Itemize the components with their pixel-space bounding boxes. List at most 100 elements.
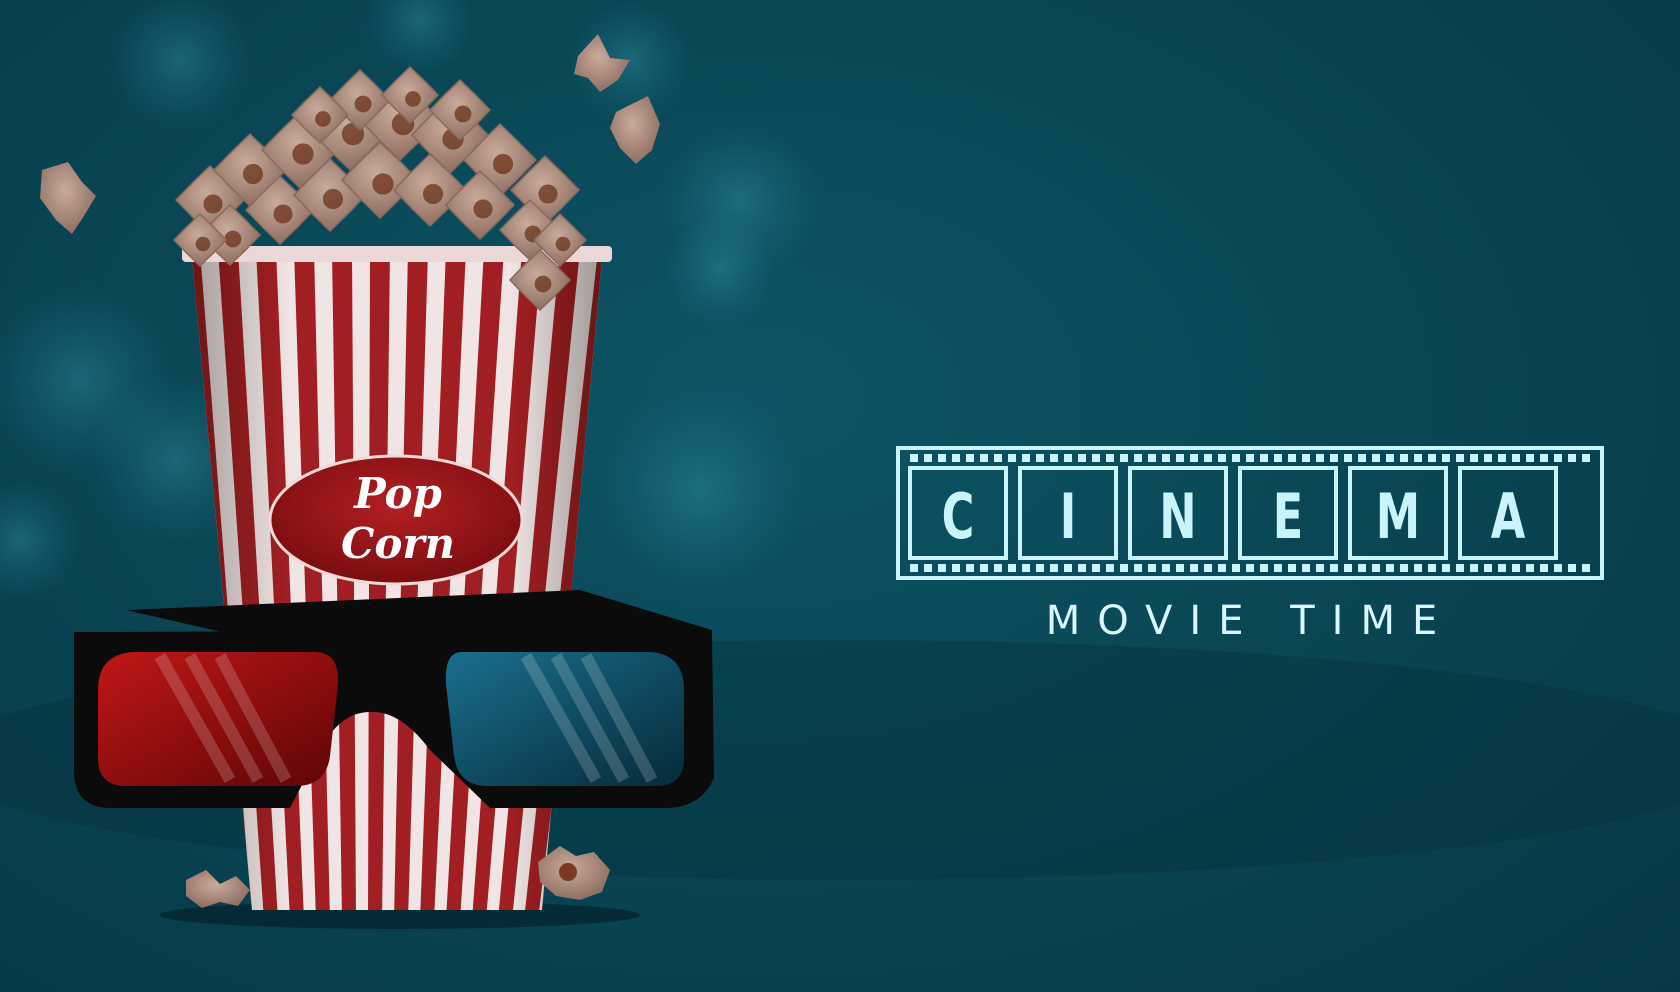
cinema-film-strip-logo: C I N E MA [896, 446, 1604, 580]
film-perforation [1190, 564, 1198, 572]
film-perforation [1008, 454, 1016, 462]
film-perforation [1288, 564, 1296, 572]
film-perforation [1246, 564, 1254, 572]
film-perforation [1050, 564, 1058, 572]
film-perforation [1204, 564, 1212, 572]
film-perforation [1526, 454, 1534, 462]
film-perforation [1176, 454, 1184, 462]
film-perforation [1106, 454, 1114, 462]
film-perforation [910, 454, 918, 462]
film-perforation [1274, 564, 1282, 572]
film-perforation [1498, 564, 1506, 572]
film-perforation [1554, 564, 1562, 572]
film-perforation [1120, 564, 1128, 572]
film-perforation [1232, 454, 1240, 462]
film-perforation [1162, 564, 1170, 572]
film-perforation [1064, 454, 1072, 462]
film-perforation [1274, 454, 1282, 462]
film-perforation [1554, 454, 1562, 462]
film-perforation [1218, 454, 1226, 462]
film-perforation [1302, 454, 1310, 462]
film-perforation [994, 454, 1002, 462]
film-perforation [1218, 564, 1226, 572]
film-perforation [1582, 564, 1590, 572]
film-perforation [994, 564, 1002, 572]
film-perforation [1078, 564, 1086, 572]
film-perforation [1568, 454, 1576, 462]
cinema-letter-n: N [1159, 481, 1196, 553]
film-perforation [924, 564, 932, 572]
film-perforation [938, 454, 946, 462]
film-perforation [1008, 564, 1016, 572]
film-perforation [1512, 564, 1520, 572]
film-perforation [1344, 564, 1352, 572]
film-perforation [1526, 564, 1534, 572]
film-perforation [1442, 564, 1450, 572]
film-perforation [1358, 564, 1366, 572]
film-perforation [1134, 564, 1142, 572]
tagline-movie-time: MOVIE TIME [1045, 598, 1455, 644]
film-perforation [1078, 454, 1086, 462]
cinema-letter-e: E [1273, 481, 1303, 553]
film-perforation [1148, 454, 1156, 462]
film-perforation [1386, 564, 1394, 572]
film-perforation [938, 564, 946, 572]
film-perforation [1498, 454, 1506, 462]
film-perforation [1106, 564, 1114, 572]
film-perforation [1470, 454, 1478, 462]
film-perforation [1540, 454, 1548, 462]
film-perforation [1414, 454, 1422, 462]
film-perforation [1400, 564, 1408, 572]
cinema-letter-a: A [1491, 481, 1526, 553]
film-perforation [1456, 454, 1464, 462]
film-perforation [1470, 564, 1478, 572]
film-perforation [1204, 454, 1212, 462]
film-perforation [1568, 564, 1576, 572]
film-perforation [1036, 564, 1044, 572]
cinema-letter-i: I [1060, 481, 1077, 553]
film-perforation [1330, 454, 1338, 462]
film-perforation [1316, 454, 1324, 462]
film-perforation [952, 454, 960, 462]
film-perforation [1414, 564, 1422, 572]
film-perforation [1190, 454, 1198, 462]
film-perforation [1148, 564, 1156, 572]
film-perforation [1176, 564, 1184, 572]
film-perforation [1372, 564, 1380, 572]
film-perforation [1302, 564, 1310, 572]
film-perforation [1540, 564, 1548, 572]
film-perforation [1316, 564, 1324, 572]
film-perforation [1092, 564, 1100, 572]
film-perforation [966, 564, 974, 572]
film-perforation [1386, 454, 1394, 462]
film-perforation [1442, 454, 1450, 462]
cinema-letter-c: C [942, 481, 975, 553]
film-perforation [980, 454, 988, 462]
film-perforation [952, 564, 960, 572]
film-perforation [1120, 454, 1128, 462]
popcorn-label-line1: Pop [353, 469, 442, 518]
film-perforation [966, 454, 974, 462]
film-perforation [910, 564, 918, 572]
film-perforation [1358, 454, 1366, 462]
film-perforation [1400, 454, 1408, 462]
film-perforation [1050, 454, 1058, 462]
film-perforation [1036, 454, 1044, 462]
film-perforation [1232, 564, 1240, 572]
film-perforation [924, 454, 932, 462]
film-perforation [1092, 454, 1100, 462]
film-perforation [1288, 454, 1296, 462]
film-perforation [1484, 564, 1492, 572]
film-perforation [1330, 564, 1338, 572]
film-perforation [1344, 454, 1352, 462]
film-perforation [1260, 564, 1268, 572]
film-perforation [1022, 564, 1030, 572]
film-perforation [1512, 454, 1520, 462]
film-perforation [1064, 564, 1072, 572]
film-perforation [1372, 454, 1380, 462]
film-perforation [1162, 454, 1170, 462]
cinema-letter-m: M [1376, 481, 1420, 553]
film-perforation [1246, 454, 1254, 462]
film-perforation [1428, 454, 1436, 462]
film-perforation [1484, 454, 1492, 462]
